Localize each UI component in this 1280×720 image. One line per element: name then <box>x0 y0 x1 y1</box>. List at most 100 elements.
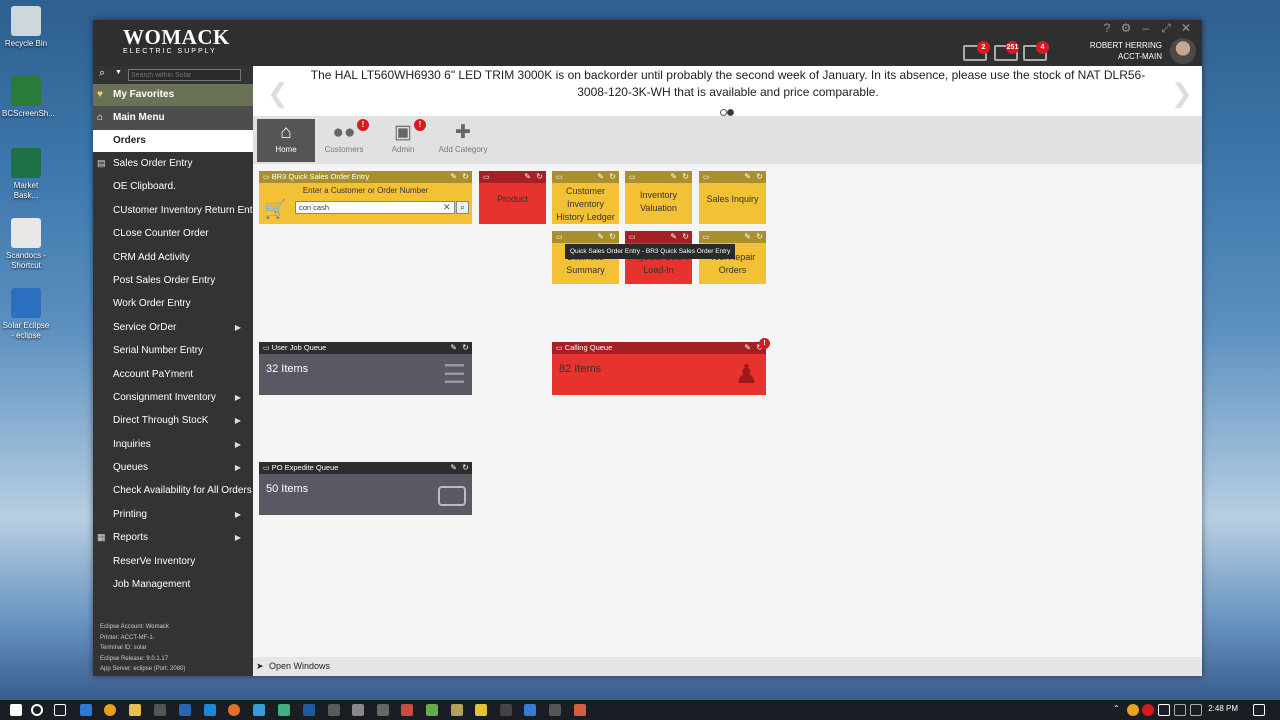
category-customers[interactable]: ●● Customers ! <box>315 119 373 162</box>
trash-icon[interactable]: ▭ <box>629 234 636 241</box>
menu-item-direct-through-stock[interactable]: Direct Through StocK ▶ <box>93 409 253 432</box>
edit-icon[interactable]: ✎ <box>597 171 604 183</box>
edit-icon[interactable]: ✎ <box>744 171 751 183</box>
desktop-icon-market-basket[interactable]: Market Bask... <box>2 148 50 201</box>
refresh-icon[interactable]: ↻ <box>682 171 689 183</box>
menu-orders-header[interactable]: Orders <box>93 130 253 152</box>
app-icon[interactable] <box>401 704 413 716</box>
desktop-icon-scandocs[interactable]: Scandocs - Shortcut <box>2 218 50 271</box>
close-button[interactable]: ✕ <box>1177 21 1195 35</box>
app-tray-icon[interactable] <box>1142 704 1154 716</box>
category-add[interactable]: ✚ Add Category <box>434 119 492 162</box>
edit-icon[interactable]: ✎ <box>744 231 751 243</box>
trash-icon[interactable]: ▭ <box>556 345 563 352</box>
refresh-icon[interactable]: ↻ <box>462 342 469 354</box>
app-icon[interactable] <box>426 704 438 716</box>
carousel-dot[interactable] <box>720 109 727 116</box>
menu-item-consignment-inventory[interactable]: Consignment Inventory ▶ <box>93 386 253 409</box>
refresh-icon[interactable]: ↻ <box>756 231 763 243</box>
battery-icon[interactable] <box>1158 704 1170 716</box>
trash-icon[interactable]: ▭ <box>263 174 270 181</box>
minimize-button[interactable]: – <box>1137 21 1155 35</box>
search-input[interactable] <box>128 69 241 81</box>
trash-icon[interactable]: ▭ <box>263 465 270 472</box>
app-icon[interactable] <box>549 704 561 716</box>
menu-item-check-availability[interactable]: Check Availability for All Orders <box>93 479 253 502</box>
refresh-icon[interactable]: ↻ <box>462 462 469 474</box>
desktop-icon-solar-eclipse[interactable]: Solar Eclipse - eclipse <box>2 288 50 341</box>
search-icon[interactable]: ⌕ <box>456 201 469 214</box>
folder-icon[interactable] <box>129 704 141 716</box>
trash-icon[interactable]: ▭ <box>556 174 563 181</box>
menu-item-close-counter-order[interactable]: CLose Counter Order <box>93 222 253 245</box>
refresh-icon[interactable]: ↻ <box>536 171 543 183</box>
customer-order-input[interactable] <box>295 201 455 214</box>
open-windows-bar[interactable]: ➤ Open Windows <box>253 657 1202 676</box>
user-menu[interactable]: ROBERT HERRING ACCT-MAIN <box>1090 40 1162 62</box>
clear-icon[interactable]: ✕ <box>443 202 451 213</box>
edit-icon[interactable]: ✎ <box>450 171 457 183</box>
refresh-icon[interactable]: ↻ <box>682 231 689 243</box>
maximize-button[interactable]: ⤢ <box>1157 21 1175 36</box>
tile-inventory-valuation[interactable]: ▭ ✎ ↻ Inventory Valuation <box>625 171 692 224</box>
main-menu[interactable]: ⌂ Main Menu <box>93 106 253 130</box>
search-icon[interactable]: ⌕ <box>99 67 105 80</box>
app-icon[interactable] <box>451 704 463 716</box>
chrome-tray-icon[interactable] <box>1127 704 1139 716</box>
tile-sales-inquiry[interactable]: ▭ ✎ ↻ Sales Inquiry <box>699 171 766 224</box>
menu-item-printing[interactable]: Printing ▶ <box>93 503 253 526</box>
tile-calling-queue[interactable]: ▭ Calling Queue ✎ ↻ 82 Items ♟ ! <box>552 338 770 395</box>
menu-item-inquiries[interactable]: Inquiries ▶ <box>93 433 253 456</box>
menu-item-account-payment[interactable]: Account PaYment <box>93 363 253 386</box>
menu-item-sales-order-entry[interactable]: ▤ Sales Order Entry <box>93 152 253 175</box>
tile-product[interactable]: ▭ ✎ ↻ Product <box>479 171 546 224</box>
tile-user-job-queue[interactable]: ▭ User Job Queue ✎ ↻ 32 Items ☰ <box>259 342 472 395</box>
menu-item-job-management[interactable]: Job Management <box>93 573 253 596</box>
trello-icon[interactable] <box>204 704 216 716</box>
app-icon[interactable] <box>253 704 265 716</box>
tile-po-expedite-queue[interactable]: ▭ PO Expedite Queue ✎ ↻ 50 Items <box>259 462 472 515</box>
menu-item-queues[interactable]: Queues ▶ <box>93 456 253 479</box>
menu-item-reserve-inventory[interactable]: ReserVe Inventory <box>93 550 253 573</box>
menu-item-customer-inventory-return[interactable]: CUstomer Inventory Return Entry <box>93 199 261 222</box>
edit-icon[interactable]: ✎ <box>524 171 531 183</box>
app-icon[interactable] <box>303 704 315 716</box>
desktop-icon-recycle-bin[interactable]: Recycle Bin <box>2 6 50 49</box>
firefox-icon[interactable] <box>228 704 240 716</box>
chevron-right-icon[interactable]: ❯ <box>1171 78 1193 109</box>
refresh-icon[interactable]: ↻ <box>462 171 469 183</box>
edit-icon[interactable]: ✎ <box>744 342 751 354</box>
menu-item-service-order[interactable]: Service OrDer ▶ <box>93 316 253 339</box>
menu-item-crm-add-activity[interactable]: CRM Add Activity <box>93 246 253 269</box>
trash-icon[interactable]: ▭ <box>703 234 710 241</box>
app-icon[interactable] <box>524 704 536 716</box>
network-icon[interactable] <box>1174 704 1186 716</box>
avatar[interactable] <box>1170 38 1196 64</box>
task-view-icon[interactable] <box>54 704 66 716</box>
menu-item-oe-clipboard[interactable]: OE Clipboard. <box>93 175 253 198</box>
app-icon[interactable] <box>475 704 487 716</box>
menu-item-reports[interactable]: ▦ Reports ▶ <box>93 526 253 549</box>
my-favorites[interactable]: ♥ My Favorites <box>93 84 253 106</box>
edit-icon[interactable]: ✎ <box>450 462 457 474</box>
store-icon[interactable] <box>154 704 166 716</box>
app-icon[interactable] <box>328 704 340 716</box>
notification-icon[interactable] <box>1253 704 1265 716</box>
edge-icon[interactable] <box>80 704 92 716</box>
trash-icon[interactable]: ▭ <box>263 345 270 352</box>
app-icon[interactable] <box>179 704 191 716</box>
edit-icon[interactable]: ✎ <box>450 342 457 354</box>
chrome-icon[interactable] <box>104 704 116 716</box>
refresh-icon[interactable]: ↻ <box>756 171 763 183</box>
desktop-icon-bcscreenshot[interactable]: BCScreenSh... <box>2 76 55 119</box>
trash-icon[interactable]: ▭ <box>703 174 710 181</box>
help-icon[interactable]: ? <box>1098 21 1116 35</box>
trash-icon[interactable]: ▭ <box>556 234 563 241</box>
refresh-icon[interactable]: ↻ <box>609 171 616 183</box>
trash-icon[interactable]: ▭ <box>483 174 490 181</box>
chevron-left-icon[interactable]: ❮ <box>267 78 289 109</box>
menu-item-post-sales-order-entry[interactable]: Post Sales Order Entry <box>93 269 253 292</box>
volume-icon[interactable] <box>1190 704 1202 716</box>
settings-icon[interactable]: ⚙ <box>1117 21 1135 35</box>
search-icon[interactable] <box>31 704 43 716</box>
